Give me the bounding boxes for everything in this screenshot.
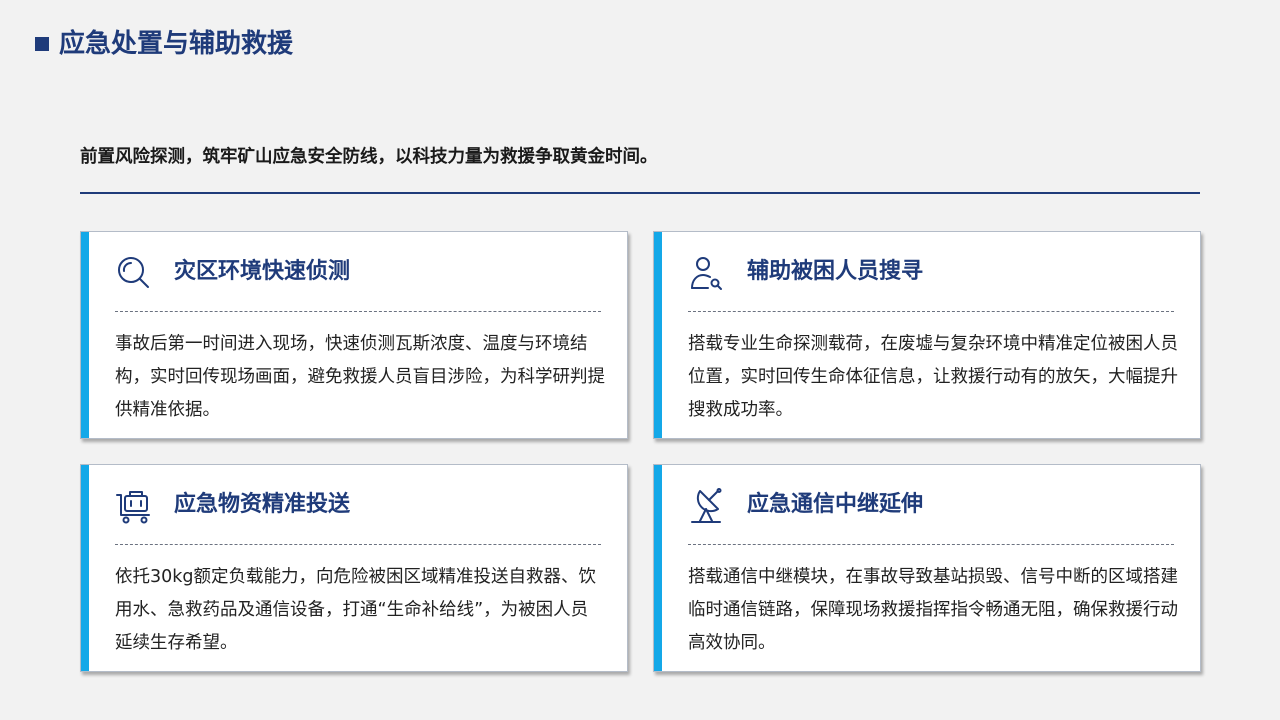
- card-supply-delivery: 应急物资精准投送 依托30kg额定负载能力，向危险被困区域精准投送自救器、饮用水…: [80, 464, 628, 672]
- card-body: 事故后第一时间进入现场，快速侦测瓦斯浓度、温度与环境结构，实时回传现场画面，避免…: [115, 334, 605, 420]
- divider: [80, 192, 1200, 194]
- card-accent-bar: [654, 232, 662, 438]
- cart-icon: [115, 487, 153, 525]
- card-body: 搭载专业生命探测载荷，在废墟与复杂环境中精准定位被困人员位置，实时回传生命体征信…: [688, 334, 1178, 420]
- card-divider: [115, 311, 601, 312]
- search-icon: [115, 254, 153, 292]
- card-communication-relay: 应急通信中继延伸 搭载通信中继模块，在事故导致基站损毁、信号中断的区域搭建临时通…: [653, 464, 1201, 672]
- satellite-dish-icon: [688, 487, 726, 525]
- card-body: 依托30kg额定负载能力，向危险被困区域精准投送自救器、饮用水、急救药品及通信设…: [115, 567, 597, 653]
- card-title: 应急物资精准投送: [174, 492, 351, 517]
- page-title: 应急处置与辅助救援: [59, 29, 294, 59]
- card-divider: [688, 311, 1174, 312]
- card-accent-bar: [81, 465, 89, 671]
- card-environment-detection: 灾区环境快速侦测 事故后第一时间进入现场，快速侦测瓦斯浓度、温度与环境结构，实时…: [80, 231, 628, 439]
- card-title: 灾区环境快速侦测: [174, 259, 351, 284]
- page-subtitle: 前置风险探测，筑牢矿山应急安全防线，以科技力量为救援争取黄金时间。: [80, 147, 658, 167]
- title-marker: [35, 37, 49, 51]
- card-divider: [115, 544, 601, 545]
- card-accent-bar: [81, 232, 89, 438]
- card-title: 应急通信中继延伸: [747, 492, 924, 517]
- user-search-icon: [688, 254, 726, 292]
- card-accent-bar: [654, 465, 662, 671]
- card-title: 辅助被困人员搜寻: [747, 259, 924, 284]
- card-divider: [688, 544, 1174, 545]
- card-trapped-person-search: 辅助被困人员搜寻 搭载专业生命探测载荷，在废墟与复杂环境中精准定位被困人员位置，…: [653, 231, 1201, 439]
- card-body: 搭载通信中继模块，在事故导致基站损毁、信号中断的区域搭建临时通信链路，保障现场救…: [688, 567, 1178, 653]
